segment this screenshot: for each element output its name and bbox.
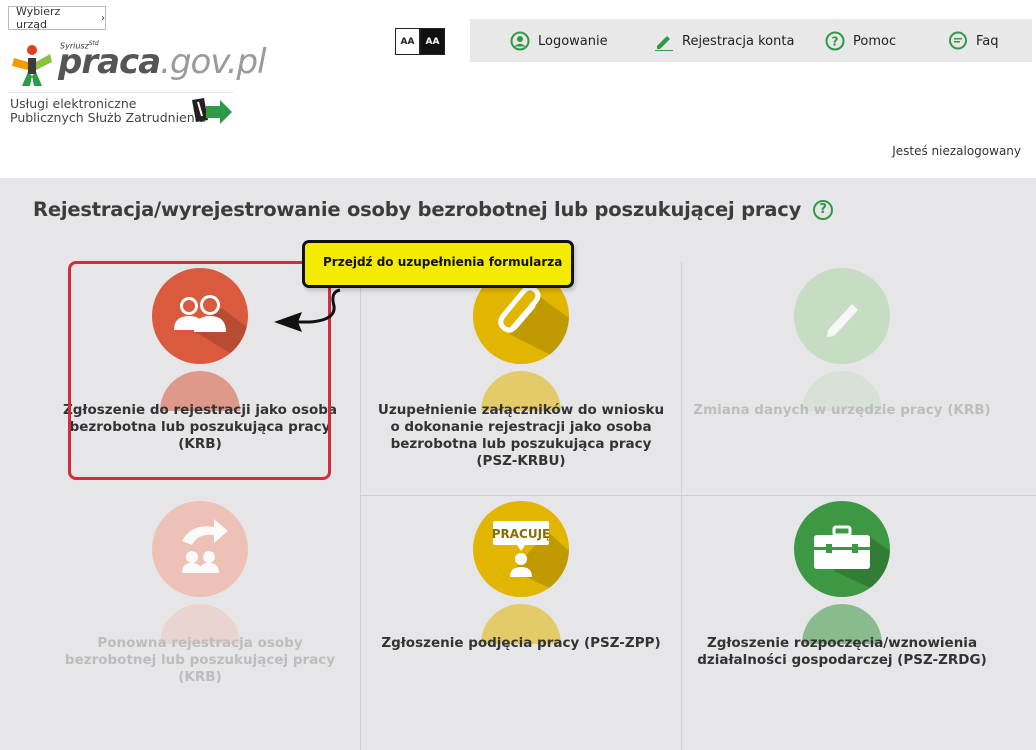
praca-gov-logo[interactable]: SyriuszStd praca.gov.pl: [8, 38, 267, 90]
tile-reregister-label: Ponowna rejestracja osoby bezrobotnej lu…: [64, 635, 336, 685]
pointer-arrow-icon: [274, 288, 341, 332]
nav-help[interactable]: ? Pomoc: [825, 31, 896, 51]
tile-business-label: Zgłoszenie rozpoczęcia/wznowienia działa…: [697, 635, 987, 668]
tile-attachments-label: Uzupełnienie załączników do wniosku o do…: [377, 402, 665, 469]
help-question-icon[interactable]: ?: [813, 199, 834, 220]
svg-text:?: ?: [832, 35, 839, 49]
font-normal-button[interactable]: AA: [395, 28, 420, 55]
pencil-icon: [654, 31, 674, 51]
nav-login[interactable]: Logowanie: [510, 31, 608, 51]
top-navigation: Logowanie Rejestracja konta ? Pomoc Faq: [470, 19, 1032, 62]
chevron-right-icon: ›: [101, 12, 105, 24]
logo-figure-icon: [12, 45, 52, 86]
nav-help-label: Pomoc: [853, 33, 897, 49]
select-office-button[interactable]: Wybierz urząd ›: [8, 5, 106, 31]
nav-faq-label: Faq: [976, 33, 999, 49]
pencil-icon: [827, 304, 858, 337]
tile-business-zrdg[interactable]: Zgłoszenie rozpoczęcia/wznowienia działa…: [682, 495, 1002, 739]
user-circle-icon: [510, 31, 530, 51]
login-status: Jesteś niezalogowany: [892, 144, 1021, 158]
tile-icon-circle: PRACUJĘ: [473, 501, 569, 597]
tile-job-started-zpp[interactable]: PRACUJĘ Zgłoszenie podjęcia pracy (PSZ-Z…: [361, 495, 681, 739]
tile-reregister-krb: Ponowna rejestracja osoby bezrobotnej lu…: [40, 495, 360, 739]
font-size-switcher: AA AA: [395, 28, 445, 55]
logo-divider: [8, 92, 233, 93]
speech-bubble-icon: [948, 31, 968, 51]
re-register-icon: [182, 519, 228, 573]
logo-brand: praca.gov.pl: [58, 42, 267, 82]
tile-icon-circle: [152, 501, 248, 597]
tile-attachments-krbu[interactable]: Uzupełnienie załączników do wniosku o do…: [361, 262, 681, 506]
nav-register-account[interactable]: Rejestracja konta: [654, 31, 794, 51]
tile-icon-circle: [794, 501, 890, 597]
nav-login-label: Logowanie: [538, 33, 608, 49]
services-caption: Usługi elektroniczne Publicznych Służb Z…: [10, 96, 206, 125]
page-title: Rejestracja/wyrejestrowanie osoby bezrob…: [33, 198, 834, 221]
briefcase-icon: [814, 525, 890, 597]
svg-text:PRACUJĘ: PRACUJĘ: [492, 527, 551, 541]
tile-icon-circle: [794, 268, 890, 364]
tile-register-krb-label: Zgłoszenie do rejestracji jako osoba bez…: [62, 402, 337, 452]
nav-register-label: Rejestracja konta: [682, 33, 795, 49]
tile-icon-circle: [152, 268, 248, 364]
tile-change-data-krb: Zmiana danych w urzędzie pracy (KRB): [682, 262, 1002, 506]
tile-job-started-label: Zgłoszenie podjęcia pracy (PSZ-ZPP): [381, 635, 661, 651]
service-tiles-grid: Zgłoszenie do rejestracji jako osoba bez…: [40, 262, 1036, 750]
header: Wybierz urząd › SyriuszStd praca.gov.pl …: [0, 0, 1036, 178]
psz-logo-icon: [192, 98, 232, 124]
select-office-label: Wybierz urząd: [16, 5, 61, 31]
question-circle-icon: ?: [825, 31, 845, 51]
tooltip-callout: Przejdź do uzupełnienia formularza: [302, 240, 574, 288]
job-sign-icon: PRACUJĘ: [492, 521, 569, 597]
nav-faq[interactable]: Faq: [948, 31, 999, 51]
high-contrast-button[interactable]: AA: [420, 28, 445, 55]
people-icon: [174, 295, 248, 364]
tile-change-data-label: Zmiana danych w urzędzie pracy (KRB): [693, 402, 991, 418]
